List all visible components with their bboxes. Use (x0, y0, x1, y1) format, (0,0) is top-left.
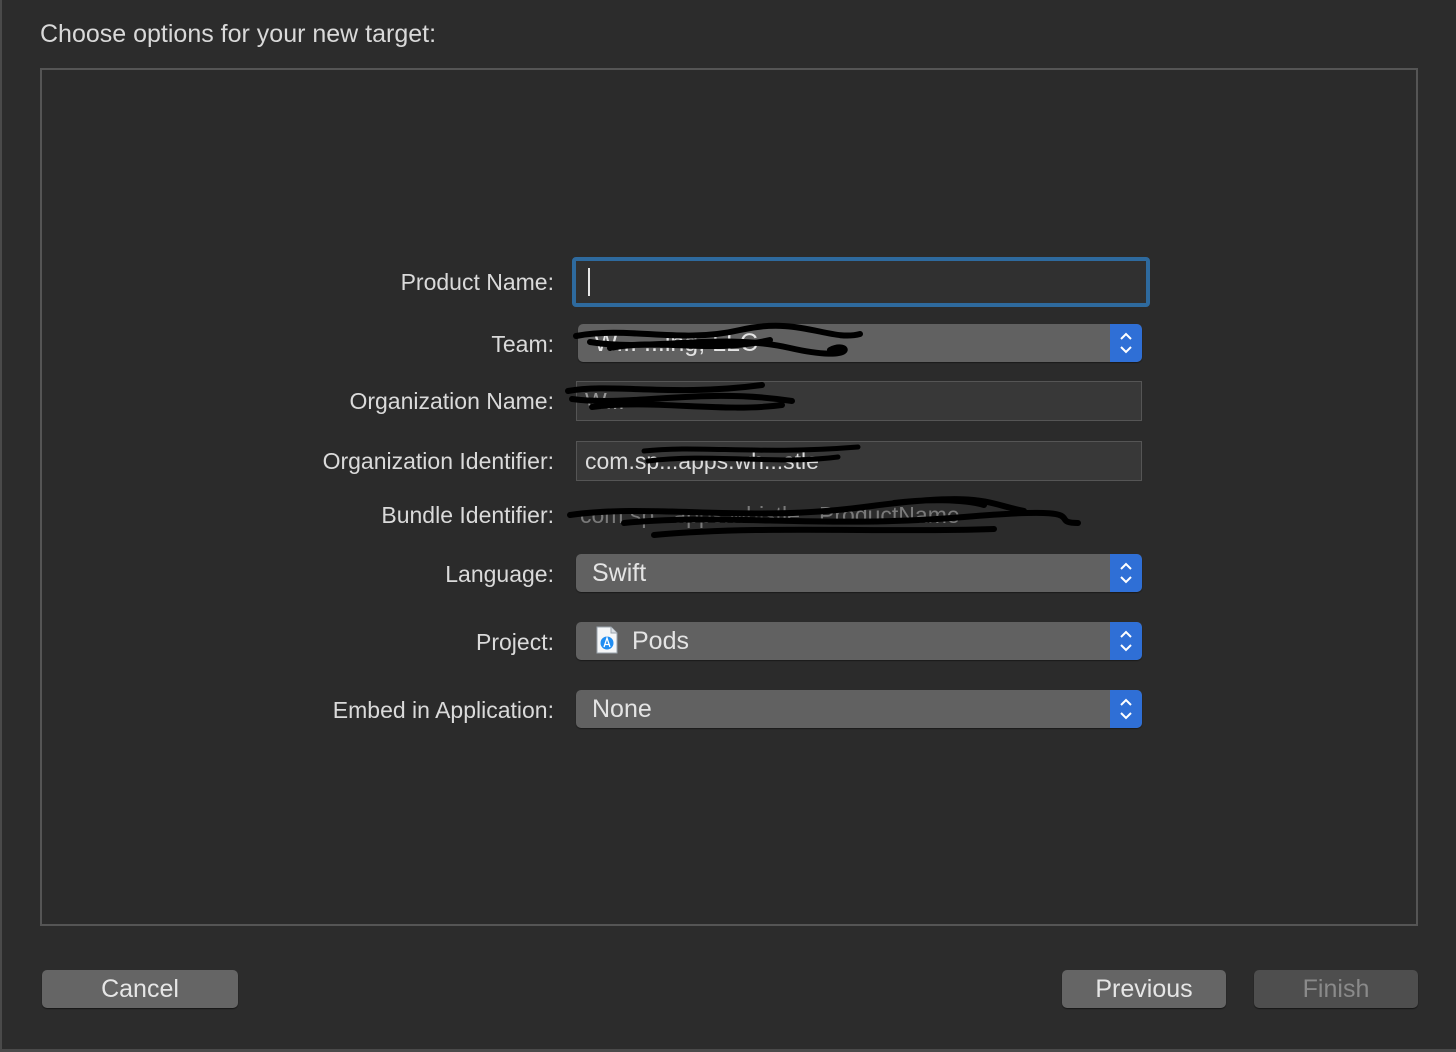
team-value: W... ...ing, LLC (594, 329, 758, 357)
window-edge (0, 0, 2, 1052)
bundle-identifier-value: com.sp...apps.whistle...ProductName (580, 502, 960, 528)
bundle-identifier-row: Bundle Identifier: com.sp...apps.whistle… (42, 493, 1416, 538)
team-label: Team: (491, 331, 554, 357)
organization-name-field[interactable]: W... (576, 381, 1142, 421)
language-row: Language: Swift (42, 552, 1416, 596)
project-popup[interactable]: Pods (576, 622, 1142, 660)
dialog-heading: Choose options for your new target: (40, 20, 437, 48)
team-row: Team: W... ...ing, LLC (42, 322, 1416, 366)
language-value: Swift (592, 559, 647, 587)
language-popup[interactable]: Swift (576, 554, 1142, 592)
xcode-project-file-icon (596, 626, 618, 654)
options-panel: Product Name: Team: W... ...ing, LLC Org… (40, 68, 1418, 926)
popup-stepper-icon (1110, 690, 1142, 728)
embed-value: None (592, 695, 652, 723)
team-popup[interactable]: W... ...ing, LLC (578, 324, 1142, 362)
organization-name-label: Organization Name: (349, 388, 554, 414)
language-label: Language: (445, 561, 554, 587)
organization-name-row: Organization Name: W... (42, 379, 1416, 423)
product-name-row: Product Name: (42, 257, 1416, 307)
project-row: Project: Pods (42, 620, 1416, 664)
organization-identifier-row: Organization Identifier: com.sp...apps.w… (42, 439, 1416, 483)
finish-button[interactable]: Finish (1254, 970, 1418, 1008)
organization-identifier-label: Organization Identifier: (322, 448, 554, 474)
project-value: Pods (632, 627, 689, 655)
organization-identifier-field[interactable]: com.sp...apps.wh...stle (576, 441, 1142, 481)
product-name-label: Product Name: (400, 269, 554, 295)
organization-name-value: W... (585, 388, 625, 414)
popup-stepper-icon (1110, 622, 1142, 660)
cancel-button[interactable]: Cancel (42, 970, 238, 1008)
popup-stepper-icon (1110, 554, 1142, 592)
organization-identifier-value: com.sp...apps.wh...stle (585, 448, 819, 474)
embed-popup[interactable]: None (576, 690, 1142, 728)
embed-row: Embed in Application: None (42, 688, 1416, 732)
bundle-identifier-label: Bundle Identifier: (381, 502, 554, 528)
text-caret (588, 267, 590, 296)
previous-button[interactable]: Previous (1062, 970, 1226, 1008)
popup-stepper-icon (1110, 324, 1142, 362)
embed-label: Embed in Application: (332, 697, 554, 723)
project-label: Project: (476, 629, 554, 655)
product-name-field[interactable] (572, 257, 1150, 307)
